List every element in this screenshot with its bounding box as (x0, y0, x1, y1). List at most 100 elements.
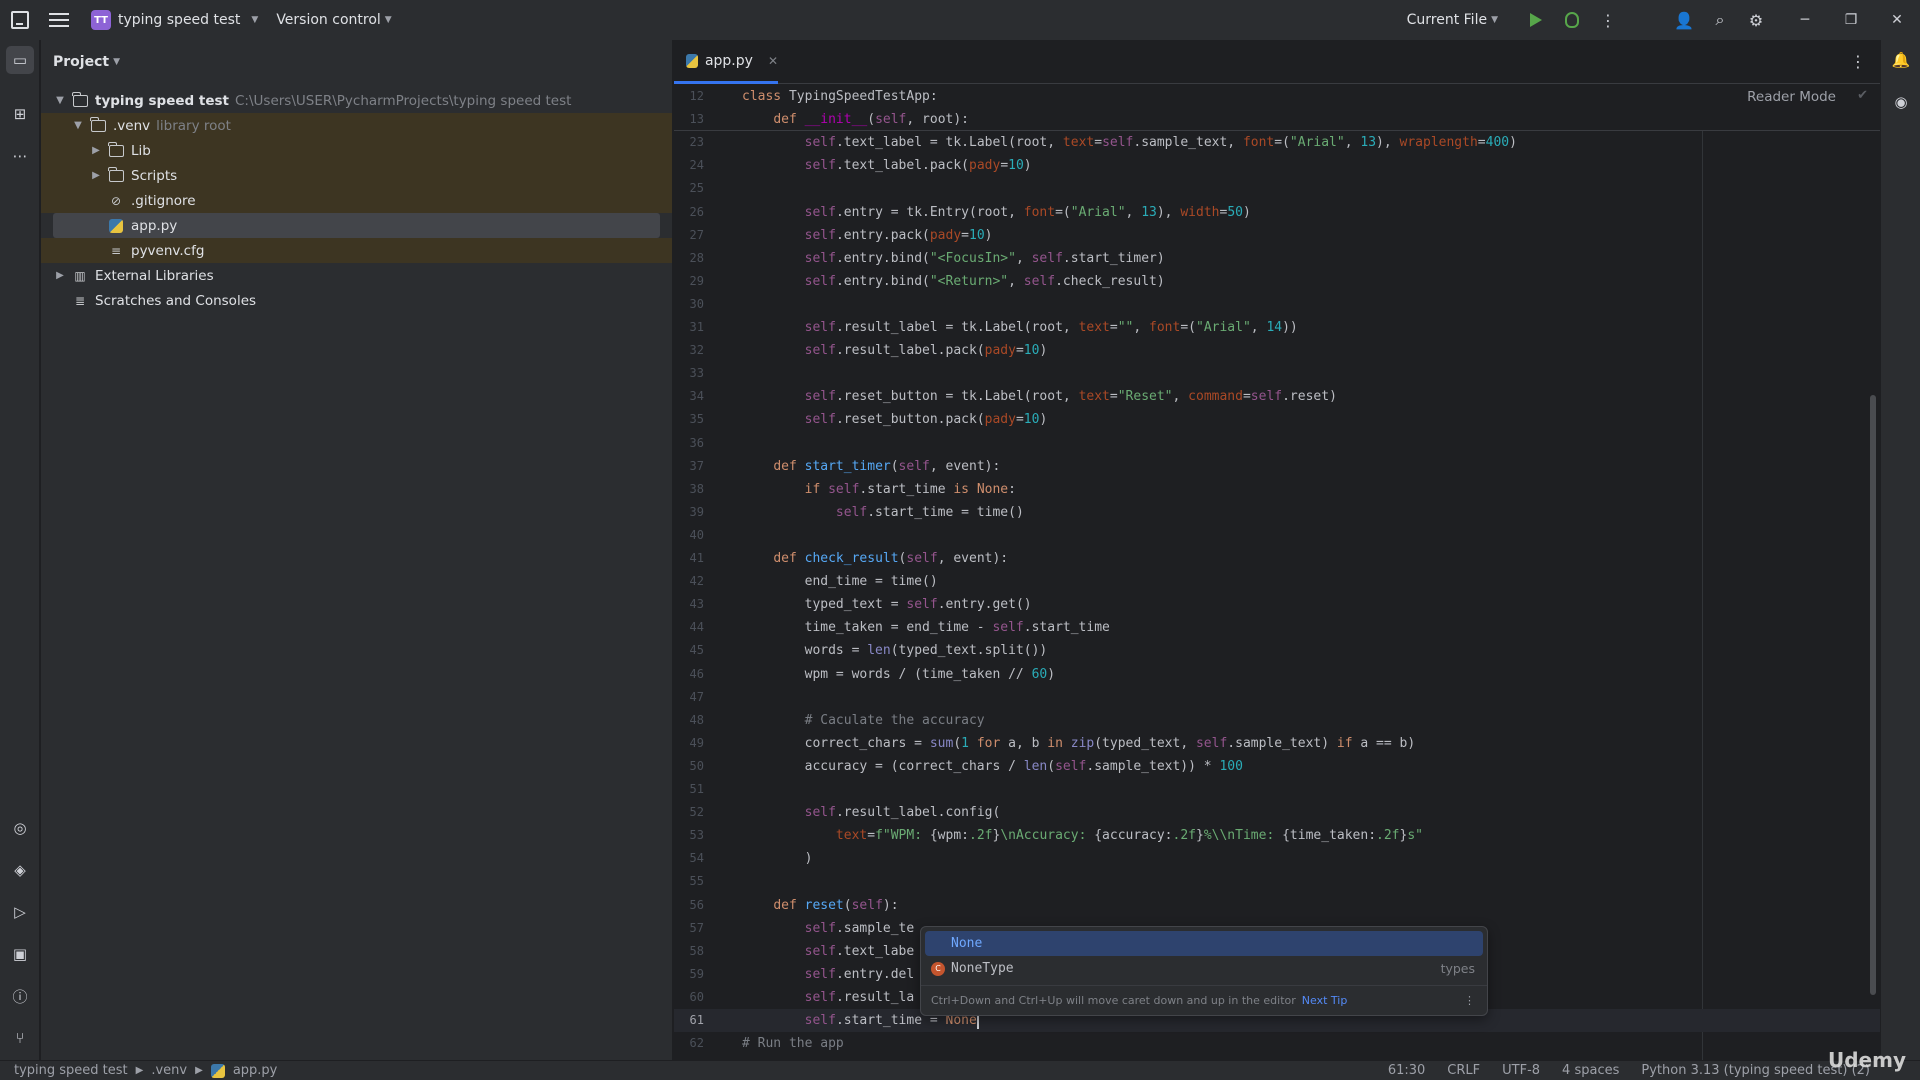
add-user-icon[interactable]: 👤 (1666, 0, 1702, 40)
indent-setting[interactable]: 4 spaces (1562, 1063, 1619, 1078)
code-line[interactable]: self.text_label.pack(pady=10) (742, 154, 1032, 177)
code-line[interactable]: def __init__(self, root): (742, 108, 969, 131)
tree-item-venv[interactable]: ▼ .venv library root (41, 113, 672, 138)
expand-arrow-icon[interactable]: ▶ (53, 270, 67, 281)
expand-arrow-icon[interactable]: ▼ (53, 95, 67, 106)
code-line[interactable]: self.entry.bind("<Return>", self.check_r… (742, 270, 1165, 293)
code-line[interactable]: class TypingSpeedTestApp: (742, 85, 938, 108)
folder-icon (89, 116, 107, 133)
completion-label: None (951, 936, 983, 951)
editor-scrollbar[interactable] (1870, 395, 1876, 995)
code-line[interactable]: end_time = time() (742, 570, 938, 593)
expand-arrow-icon[interactable]: ▼ (71, 120, 85, 131)
code-line[interactable]: words = len(typed_text.split()) (742, 639, 1048, 662)
expand-arrow-icon[interactable]: ▶ (89, 145, 103, 156)
close-window-button[interactable]: ✕ (1874, 0, 1920, 40)
debug-icon (1565, 12, 1579, 28)
tree-item-pyvenv[interactable]: ≡ pyvenv.cfg (41, 238, 672, 263)
line-number: 50 (689, 759, 704, 773)
code-line[interactable]: if self.start_time is None: (742, 478, 1016, 501)
code-line[interactable]: self.reset_button = tk.Label(root, text=… (742, 385, 1337, 408)
completion-item-nonetype[interactable]: C NoneType types (921, 956, 1487, 981)
code-line[interactable]: self.result_label.pack(pady=10) (742, 339, 1048, 362)
file-encoding[interactable]: UTF-8 (1502, 1063, 1540, 1078)
ai-assistant-icon[interactable]: ◉ (1887, 88, 1915, 116)
tree-item-external-libraries[interactable]: ▶ ▥ External Libraries (41, 263, 672, 288)
completion-item-none[interactable]: None (925, 931, 1483, 956)
line-number: 47 (689, 690, 704, 704)
code-line[interactable]: self.entry = tk.Entry(root, font=("Arial… (742, 201, 1251, 224)
code-line[interactable]: correct_chars = sum(1 for a, b in zip(ty… (742, 732, 1416, 755)
tree-item-scratches[interactable]: ≣ Scratches and Consoles (41, 288, 672, 313)
code-line[interactable]: # Run the app (742, 1032, 844, 1055)
more-actions-icon[interactable]: ⋮ (1590, 0, 1626, 40)
line-number: 27 (689, 228, 704, 242)
search-icon[interactable]: ⌕ (1702, 0, 1738, 40)
project-tool-icon[interactable]: ▭ (6, 46, 34, 74)
notifications-bell-icon[interactable]: 🔔 (1887, 46, 1915, 74)
line-separator[interactable]: CRLF (1447, 1063, 1480, 1078)
code-line[interactable]: self.start_time = time() (742, 501, 1024, 524)
tree-item-scripts[interactable]: ▶ Scripts (41, 163, 672, 188)
git-icon[interactable]: ⑂ (6, 1024, 34, 1052)
breadcrumb-project[interactable]: typing speed test (14, 1063, 128, 1078)
code-line[interactable]: typed_text = self.entry.get() (742, 593, 1032, 616)
services-icon[interactable]: ▷ (6, 898, 34, 926)
debug-button[interactable] (1554, 0, 1590, 40)
run-button[interactable] (1518, 0, 1554, 40)
code-line[interactable]: text=f"WPM: {wpm:.2f}\nAccuracy: {accura… (742, 824, 1423, 847)
code-editor[interactable]: Reader Mode ✔ 12 class TypingSpeedTestApp… (674, 85, 1880, 1060)
project-name: typing speed test (118, 12, 241, 28)
code-line[interactable]: self.entry.bind("<FocusIn>", self.start_… (742, 247, 1165, 270)
pycharm-logo-icon[interactable] (11, 11, 29, 29)
structure-tool-icon[interactable]: ⊞ (6, 100, 34, 128)
code-line[interactable]: self.entry.del (742, 963, 915, 986)
code-line[interactable]: wpm = words / (time_taken // 60) (742, 663, 1055, 686)
restore-button[interactable]: ❐ (1828, 0, 1874, 40)
tree-item-gitignore[interactable]: ⊘ .gitignore (41, 188, 672, 213)
tab-app-py[interactable]: app.py ✕ (674, 40, 778, 84)
code-line[interactable]: self.sample_te (742, 917, 915, 940)
code-line[interactable]: # Caculate the accuracy (742, 709, 985, 732)
python-console-icon[interactable]: ◎ (6, 814, 34, 842)
code-line[interactable]: def reset(self): (742, 894, 898, 917)
code-line[interactable]: self.text_labe (742, 940, 915, 963)
version-control-menu[interactable]: Version control ▼ (276, 12, 391, 28)
tree-item-app-py[interactable]: app.py (53, 213, 660, 238)
code-line[interactable]: def start_timer(self, event): (742, 455, 1000, 478)
chevron-down-icon: ▼ (251, 15, 259, 25)
breadcrumb-file[interactable]: app.py (233, 1063, 278, 1078)
code-line[interactable]: self.result_la (742, 986, 915, 1009)
code-line[interactable]: self.result_label = tk.Label(root, text=… (742, 316, 1298, 339)
caret-position[interactable]: 61:30 (1388, 1063, 1425, 1078)
code-line[interactable]: time_taken = end_time - self.start_time (742, 616, 1110, 639)
code-line[interactable]: self.result_label.config( (742, 801, 1001, 824)
run-config-selector[interactable]: Current File ▼ (1407, 12, 1498, 28)
python-packages-icon[interactable]: ◈ (6, 856, 34, 884)
more-tools-icon[interactable]: ⋯ (6, 142, 34, 170)
tree-item-root[interactable]: ▼ typing speed test C:\Users\USER\Pychar… (41, 88, 672, 113)
problems-icon[interactable]: ⓘ (6, 982, 34, 1010)
code-line[interactable]: accuracy = (correct_chars / len(self.sam… (742, 755, 1243, 778)
minimize-button[interactable]: ─ (1782, 0, 1828, 40)
next-tip-link[interactable]: Next Tip (1302, 994, 1348, 1007)
breadcrumb-venv[interactable]: .venv (151, 1063, 187, 1078)
project-tree: ▼ typing speed test C:\Users\USER\Pychar… (41, 88, 672, 313)
tab-options-icon[interactable]: ⋮ (1850, 52, 1866, 71)
reader-mode-toggle[interactable]: Reader Mode (1747, 89, 1836, 105)
code-line[interactable]: def check_result(self, event): (742, 547, 1008, 570)
code-line[interactable]: self.entry.pack(pady=10) (742, 224, 993, 247)
main-menu-icon[interactable] (49, 13, 69, 27)
expand-arrow-icon[interactable]: ▶ (89, 170, 103, 181)
settings-gear-icon[interactable]: ⚙ (1738, 0, 1774, 40)
popup-options-icon[interactable]: ⋮ (1464, 994, 1475, 1007)
code-line[interactable]: self.reset_button.pack(pady=10) (742, 408, 1048, 431)
code-line[interactable]: self.text_label = tk.Label(root, text=se… (742, 131, 1517, 154)
close-tab-icon[interactable]: ✕ (768, 54, 778, 68)
tree-item-label: External Libraries (95, 267, 214, 284)
project-selector[interactable]: TT typing speed test ▼ (83, 5, 266, 35)
terminal-icon[interactable]: ▣ (6, 940, 34, 968)
project-panel-header[interactable]: Project ▼ (41, 40, 672, 84)
code-line[interactable]: ) (742, 847, 813, 870)
tree-item-lib[interactable]: ▶ Lib (41, 138, 672, 163)
